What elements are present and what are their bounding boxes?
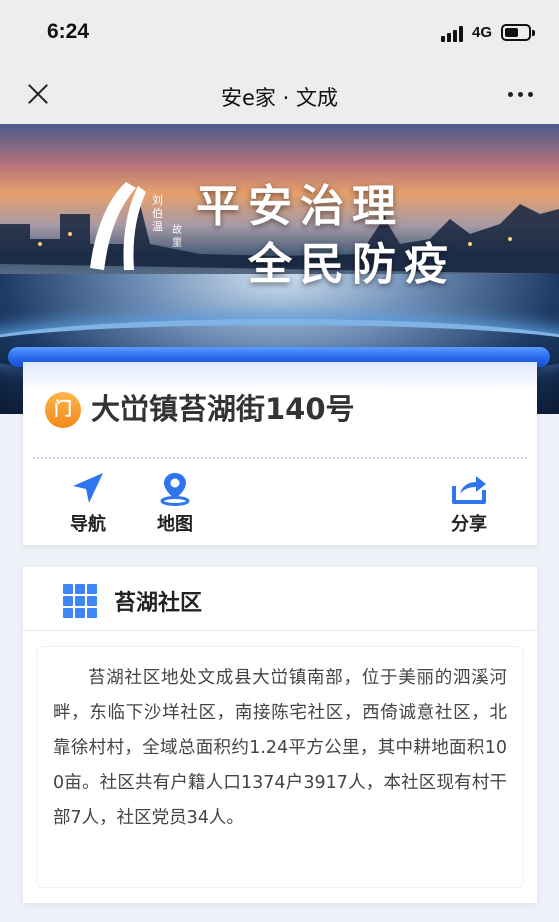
map-pin-icon [160,473,190,506]
slogan-line-1: 平安治理 [196,181,404,232]
share-button[interactable]: 分享 [434,470,504,540]
slogan-line-2: 全民防疫 [248,239,456,290]
page-title: 安e家 · 文成 [221,86,338,110]
grid-icon [63,584,97,618]
signal-icon [441,26,467,42]
door-icon: 门 [45,392,81,428]
community-header: 苔湖社区 [23,567,537,631]
community-description-box: 苔湖社区地处文成县大峃镇南部，位于美丽的泗溪河畔，东临下沙垟社区，南接陈宅社区，… [37,647,523,887]
battery-icon [501,24,535,41]
share-icon [452,476,486,504]
status-time: 6:24 [47,20,90,43]
navigate-button[interactable]: 导航 [53,470,123,540]
status-bar: 6:24 4G [0,0,559,66]
community-title: 苔湖社区 [114,591,203,616]
address-title: 大峃镇苔湖街140号 [91,392,355,426]
share-label: 分享 [451,514,487,535]
divider [33,457,527,459]
network-type: 4G [472,24,493,41]
logo-text: 刘伯温 [152,194,163,233]
navigate-label: 导航 [70,514,106,535]
map-label: 地图 [157,514,193,535]
logo-text-secondary: 故里 [172,225,182,249]
calligraphy-logo [90,182,146,270]
title-bar: 安e家 · 文成 [0,66,559,124]
address-card: 门 大峃镇苔湖街140号 导航 地图 分享 [23,362,537,545]
map-button[interactable]: 地图 [140,470,210,540]
community-description: 苔湖社区地处文成县大峃镇南部，位于美丽的泗溪河畔，东临下沙垟社区，南接陈宅社区，… [53,668,507,828]
community-card: 苔湖社区 苔湖社区地处文成县大峃镇南部，位于美丽的泗溪河畔，东临下沙垟社区，南接… [23,567,537,903]
navigation-arrow-icon [73,473,103,503]
more-options-button[interactable] [506,90,536,100]
